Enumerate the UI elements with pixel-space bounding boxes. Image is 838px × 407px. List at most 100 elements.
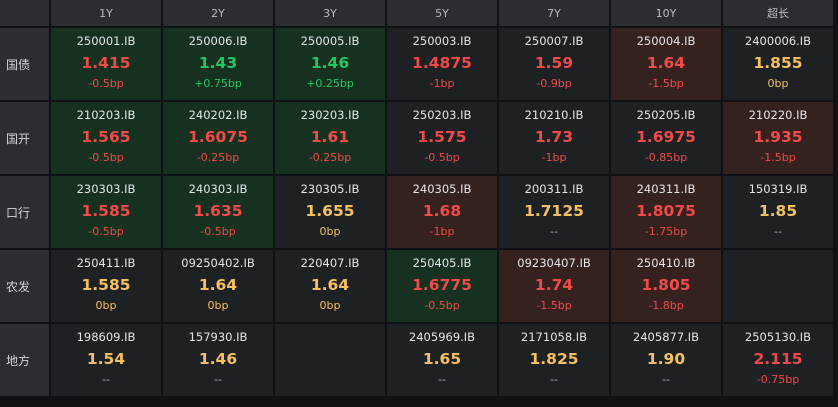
quote-cell[interactable]: 2505130.IB 2.115 -0.75bp xyxy=(723,324,833,396)
bond-code: 250203.IB xyxy=(412,108,472,122)
yield-change: -- xyxy=(774,225,782,238)
yield-value: 1.43 xyxy=(198,54,238,72)
yield-change: -1.5bp xyxy=(536,299,572,312)
yield-value: 1.46 xyxy=(198,350,238,368)
quote-cell[interactable]: 250006.IB 1.43 +0.75bp xyxy=(163,28,273,100)
col-header-2y[interactable]: 2Y xyxy=(163,0,273,26)
quote-cell xyxy=(723,250,833,322)
yield-change: 0bp xyxy=(319,225,341,238)
bond-code: 210210.IB xyxy=(524,108,584,122)
bond-code: 2171058.IB xyxy=(520,330,588,344)
bond-yield-matrix: 1Y 2Y 3Y 5Y 7Y 10Y 超长 国债 250001.IB 1.415 -0… xyxy=(0,0,833,396)
yield-value: 1.565 xyxy=(81,128,131,146)
yield-value: 1.59 xyxy=(534,54,574,72)
quote-cell[interactable]: 200311.IB 1.7125 -- xyxy=(499,176,609,248)
quote-cell[interactable]: 2171058.IB 1.825 -- xyxy=(499,324,609,396)
bond-code: 250405.IB xyxy=(412,256,472,270)
bond-code: 240202.IB xyxy=(188,108,248,122)
yield-change: 0bp xyxy=(767,77,789,90)
bond-code: 230303.IB xyxy=(76,182,136,196)
col-header-3y[interactable]: 3Y xyxy=(275,0,385,26)
bond-code: 198609.IB xyxy=(76,330,136,344)
bond-code: 240305.IB xyxy=(412,182,472,196)
yield-value: 1.61 xyxy=(310,128,350,146)
row-label-local-gov: 地方 xyxy=(0,324,49,396)
yield-change: -0.75bp xyxy=(756,373,800,386)
quote-cell[interactable]: 150319.IB 1.85 -- xyxy=(723,176,833,248)
quote-cell[interactable]: 220407.IB 1.64 0bp xyxy=(275,250,385,322)
bond-code: 250411.IB xyxy=(76,256,136,270)
quote-cell[interactable]: 210210.IB 1.73 -1bp xyxy=(499,102,609,174)
quote-cell[interactable]: 2400006.IB 1.855 0bp xyxy=(723,28,833,100)
yield-change: -0.5bp xyxy=(88,225,124,238)
yield-change: -- xyxy=(214,373,222,386)
quote-cell[interactable]: 2405969.IB 1.65 -- xyxy=(387,324,497,396)
yield-change: +0.25bp xyxy=(306,77,354,90)
yield-value: 1.7125 xyxy=(524,202,584,220)
row-label-adbc: 农发 xyxy=(0,250,49,322)
quote-cell[interactable]: 157930.IB 1.46 -- xyxy=(163,324,273,396)
quote-cell[interactable]: 230305.IB 1.655 0bp xyxy=(275,176,385,248)
quote-cell[interactable]: 250004.IB 1.64 -1.5bp xyxy=(611,28,721,100)
quote-cell[interactable]: 240305.IB 1.68 -1bp xyxy=(387,176,497,248)
yield-value: 1.635 xyxy=(193,202,243,220)
yield-change: -1.5bp xyxy=(648,77,684,90)
yield-value: 1.74 xyxy=(534,276,574,294)
bond-code: 250003.IB xyxy=(412,34,472,48)
yield-change: -- xyxy=(550,373,558,386)
yield-value: 1.935 xyxy=(753,128,803,146)
col-header-10y[interactable]: 10Y xyxy=(611,0,721,26)
quote-cell[interactable]: 240202.IB 1.6075 -0.25bp xyxy=(163,102,273,174)
bond-code: 240303.IB xyxy=(188,182,248,196)
quote-cell[interactable]: 250410.IB 1.805 -1.8bp xyxy=(611,250,721,322)
yield-value: 2.115 xyxy=(753,350,803,368)
bond-code: 250006.IB xyxy=(188,34,248,48)
bond-code: 2505130.IB xyxy=(744,330,812,344)
bond-code: 240311.IB xyxy=(636,182,696,196)
yield-value: 1.805 xyxy=(641,276,691,294)
quote-cell[interactable]: 250003.IB 1.4875 -1bp xyxy=(387,28,497,100)
row-label-exim: 口行 xyxy=(0,176,49,248)
yield-value: 1.855 xyxy=(753,54,803,72)
col-header-ultra-long[interactable]: 超长 xyxy=(723,0,833,26)
quote-cell[interactable]: 250405.IB 1.6775 -0.5bp xyxy=(387,250,497,322)
bond-code: 250004.IB xyxy=(636,34,696,48)
quote-cell[interactable]: 198609.IB 1.54 -- xyxy=(51,324,161,396)
quote-cell[interactable]: 250001.IB 1.415 -0.5bp xyxy=(51,28,161,100)
yield-change: -0.25bp xyxy=(308,151,352,164)
yield-change: -- xyxy=(550,225,558,238)
bond-code: 09250402.IB xyxy=(181,256,255,270)
yield-value: 1.825 xyxy=(529,350,579,368)
yield-value: 1.6775 xyxy=(412,276,472,294)
quote-cell[interactable]: 250005.IB 1.46 +0.25bp xyxy=(275,28,385,100)
col-header-5y[interactable]: 5Y xyxy=(387,0,497,26)
header-corner xyxy=(0,0,49,26)
yield-change: -0.5bp xyxy=(88,151,124,164)
quote-cell[interactable]: 210220.IB 1.935 -1.5bp xyxy=(723,102,833,174)
quote-cell[interactable]: 210203.IB 1.565 -0.5bp xyxy=(51,102,161,174)
quote-cell xyxy=(275,324,385,396)
quote-cell[interactable]: 250411.IB 1.585 0bp xyxy=(51,250,161,322)
quote-cell[interactable]: 240303.IB 1.635 -0.5bp xyxy=(163,176,273,248)
quote-cell[interactable]: 250007.IB 1.59 -0.9bp xyxy=(499,28,609,100)
yield-value: 1.90 xyxy=(646,350,686,368)
yield-value: 1.6975 xyxy=(636,128,696,146)
bond-code: 210203.IB xyxy=(76,108,136,122)
col-header-1y[interactable]: 1Y xyxy=(51,0,161,26)
yield-change: -0.5bp xyxy=(200,225,236,238)
quote-cell[interactable]: 2405877.IB 1.90 -- xyxy=(611,324,721,396)
yield-change: -- xyxy=(662,373,670,386)
quote-cell[interactable]: 240311.IB 1.8075 -1.75bp xyxy=(611,176,721,248)
quote-cell[interactable]: 230303.IB 1.585 -0.5bp xyxy=(51,176,161,248)
yield-change: -- xyxy=(438,373,446,386)
yield-change: -0.85bp xyxy=(644,151,688,164)
yield-change: -1bp xyxy=(541,151,567,164)
col-header-7y[interactable]: 7Y xyxy=(499,0,609,26)
yield-value: 1.65 xyxy=(422,350,462,368)
yield-value: 1.73 xyxy=(534,128,574,146)
quote-cell[interactable]: 09230407.IB 1.74 -1.5bp xyxy=(499,250,609,322)
quote-cell[interactable]: 09250402.IB 1.64 0bp xyxy=(163,250,273,322)
quote-cell[interactable]: 250205.IB 1.6975 -0.85bp xyxy=(611,102,721,174)
quote-cell[interactable]: 230203.IB 1.61 -0.25bp xyxy=(275,102,385,174)
quote-cell[interactable]: 250203.IB 1.575 -0.5bp xyxy=(387,102,497,174)
